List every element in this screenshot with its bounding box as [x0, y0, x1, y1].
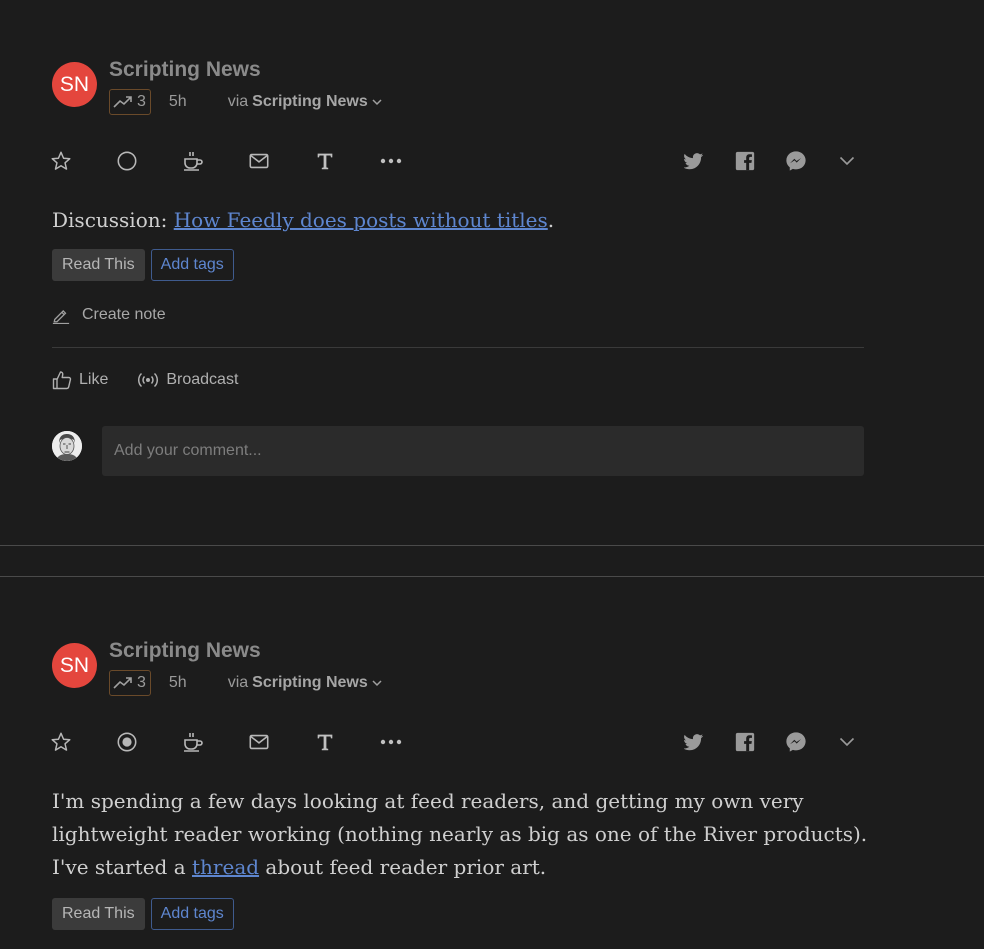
article-age: 5h: [168, 93, 187, 110]
source-avatar[interactable]: SN: [52, 62, 97, 107]
user-avatar: [52, 431, 82, 461]
body-text-suffix: .: [547, 208, 555, 232]
body-line-1: I'm spending a few days looking at feed …: [52, 789, 804, 813]
body-line-2: lightweight reader working (nothing near…: [52, 822, 868, 846]
star-icon[interactable]: [49, 148, 73, 174]
trending-count: 3: [137, 674, 146, 691]
source-title[interactable]: Scripting News: [109, 639, 261, 663]
star-icon[interactable]: [49, 729, 73, 755]
article-meta: 3 5h via Scripting News: [109, 670, 382, 696]
share-more-chevron-icon[interactable]: [835, 729, 859, 755]
social-actions: Like Broadcast: [52, 370, 238, 390]
article-separator-bottom: [0, 576, 984, 577]
share-more-chevron-icon[interactable]: [835, 148, 859, 174]
article-body: I'm spending a few days looking at feed …: [52, 785, 872, 884]
broadcast-label: Broadcast: [166, 371, 239, 388]
body-text-prefix: Discussion:: [52, 208, 174, 232]
pencil-note-icon: [52, 310, 70, 324]
tag-row: Read This Add tags: [52, 898, 234, 930]
more-dots-icon[interactable]: [379, 729, 403, 755]
via-label: via: [227, 93, 249, 110]
coffee-cup-icon[interactable]: [181, 148, 205, 174]
article-separator-top: [0, 545, 984, 546]
via-source[interactable]: via Scripting News: [228, 674, 382, 692]
mail-icon[interactable]: [247, 729, 271, 755]
via-source-name[interactable]: Scripting News: [252, 674, 368, 692]
broadcast-button[interactable]: Broadcast: [137, 371, 238, 389]
trending-up-icon: [113, 96, 132, 108]
create-note-button[interactable]: Create note: [52, 306, 166, 324]
messenger-icon[interactable]: [784, 148, 808, 174]
body-line-3: I've started a thread about feed reader …: [52, 851, 872, 884]
thumbs-up-icon: [52, 371, 72, 390]
source-avatar[interactable]: SN: [52, 643, 97, 688]
divider: [52, 347, 864, 348]
text-format-icon[interactable]: [313, 729, 337, 755]
article-header: SN Scripting News 3 5h via Scripting New…: [52, 58, 652, 115]
article-age: 5h: [168, 674, 187, 691]
trending-count: 3: [137, 93, 146, 110]
mark-read-circle-icon[interactable]: [115, 148, 139, 174]
source-title[interactable]: Scripting News: [109, 58, 261, 82]
read-this-button[interactable]: Read This: [52, 249, 145, 281]
mail-icon[interactable]: [247, 148, 271, 174]
trending-badge[interactable]: 3: [109, 670, 151, 696]
body-line-3-suffix: about feed reader prior art.: [259, 855, 547, 879]
like-button[interactable]: Like: [52, 370, 108, 390]
article-header: SN Scripting News 3 5h via Scripting New…: [52, 639, 652, 696]
text-format-icon[interactable]: [313, 148, 337, 174]
add-tags-button[interactable]: Add tags: [150, 249, 234, 281]
thread-link[interactable]: thread: [192, 855, 259, 879]
article-link[interactable]: How Feedly does posts without titles: [174, 208, 548, 232]
article-toolbar: [49, 148, 864, 176]
article-meta: 3 5h via Scripting News: [109, 89, 382, 115]
like-label: Like: [79, 371, 109, 388]
coffee-cup-icon[interactable]: [181, 729, 205, 755]
trending-badge[interactable]: 3: [109, 89, 151, 115]
tag-row: Read This Add tags: [52, 249, 234, 281]
facebook-icon[interactable]: [733, 148, 757, 174]
add-tags-button[interactable]: Add tags: [150, 898, 234, 930]
twitter-icon[interactable]: [682, 729, 706, 755]
messenger-icon[interactable]: [784, 729, 808, 755]
body-line-3-prefix: I've started a: [52, 855, 192, 879]
comment-input[interactable]: [102, 426, 864, 476]
more-dots-icon[interactable]: [379, 148, 403, 174]
read-this-button[interactable]: Read This: [52, 898, 145, 930]
mark-read-dot-circle-icon[interactable]: [115, 729, 139, 755]
broadcast-icon: [138, 372, 159, 388]
article-body: Discussion: How Feedly does posts withou…: [52, 204, 872, 237]
create-note-label: Create note: [82, 306, 166, 323]
twitter-icon[interactable]: [682, 148, 706, 174]
facebook-icon[interactable]: [733, 729, 757, 755]
article-toolbar: [49, 729, 864, 757]
via-source[interactable]: via Scripting News: [228, 93, 382, 111]
chevron-down-icon: [372, 99, 382, 106]
via-source-name[interactable]: Scripting News: [252, 93, 368, 111]
chevron-down-icon: [372, 680, 382, 687]
trending-up-icon: [113, 677, 132, 689]
via-label: via: [227, 674, 249, 691]
